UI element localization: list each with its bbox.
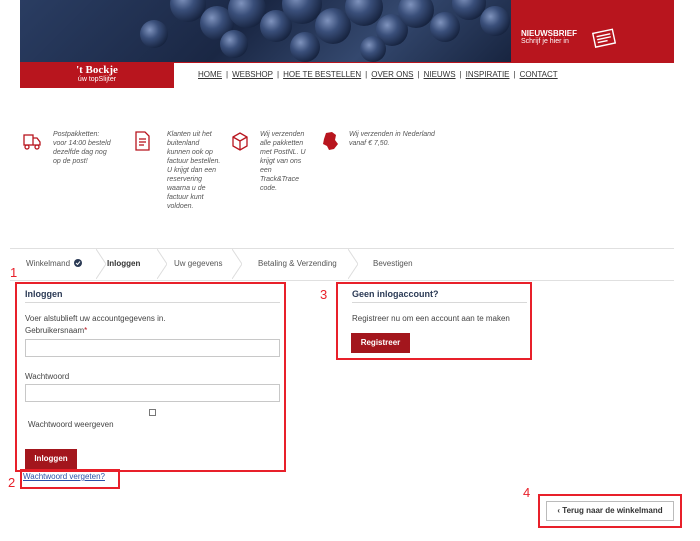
nav-item-over-ons[interactable]: OVER ONS: [371, 70, 413, 79]
step-betaling-verzending[interactable]: Betaling & Verzending: [258, 250, 337, 278]
check-icon: [74, 259, 83, 267]
step-uw-gegevens[interactable]: Uw gegevens: [174, 250, 222, 278]
annotation-number-1: 1: [10, 265, 18, 280]
annotation-box-login: [15, 282, 286, 472]
nav-item-inspiratie[interactable]: INSPIRATIE: [466, 70, 510, 79]
step-chevron-icon: [232, 249, 242, 279]
step-winkelmand[interactable]: Winkelmand: [26, 250, 83, 278]
brand-tagline: úw topSlijter: [77, 76, 117, 83]
main-navigation: HOME | WEBSHOP | HOE TE BESTELLEN | OVER ONS | N…: [198, 70, 558, 79]
steps-border-top: [10, 248, 674, 249]
package-icon: [232, 132, 248, 151]
step-chevron-icon: [96, 249, 106, 279]
brand-logo[interactable]: 't Bockje úw topSlijter: [20, 62, 174, 88]
invoice-icon: [135, 131, 150, 151]
nav-item-hoe-te-bestellen[interactable]: HOE TE BESTELLEN: [283, 70, 361, 79]
annotation-box-back: [538, 494, 682, 528]
step-bevestigen[interactable]: Bevestigen: [373, 250, 413, 278]
newsletter-title[interactable]: NIEUWSBRIEF: [521, 29, 577, 38]
nav-item-home[interactable]: HOME: [198, 70, 222, 79]
annotation-number-2: 2: [8, 475, 16, 490]
annotation-box-register: [336, 282, 532, 360]
nav-item-contact[interactable]: CONTACT: [520, 70, 558, 79]
step-chevron-icon: [348, 249, 358, 279]
newsletter-subtitle[interactable]: Schrijf je hier in: [521, 38, 569, 45]
annotation-number-3: 3: [320, 287, 328, 302]
step-inloggen[interactable]: Inloggen: [107, 250, 140, 278]
step-chevron-icon: [157, 249, 167, 279]
usp-buitenland: Klanten uit het buitenland kunnen ook op fa…: [167, 131, 221, 210]
usp-postnl: Wij verzenden alle pakketten met PostNL. U…: [260, 131, 306, 192]
usp-verzending-nl: Wij verzenden in Nederland vanaf € 7,50.: [349, 131, 435, 147]
brand-name: 't Bockje: [76, 64, 118, 76]
delivery-truck-icon: [23, 134, 41, 150]
newspaper-icon[interactable]: [590, 28, 620, 48]
header-divider: [174, 62, 674, 63]
usp-postpakketten: Postpakketten: voor 14:00 besteld dezelfde…: [53, 131, 111, 165]
annotation-number-4: 4: [523, 485, 531, 500]
nav-item-nieuws[interactable]: NIEUWS: [424, 70, 456, 79]
steps-border-bottom: [10, 280, 674, 281]
netherlands-map-icon: [323, 132, 338, 150]
nav-item-webshop[interactable]: WEBSHOP: [232, 70, 273, 79]
annotation-box-forgot: [20, 469, 120, 489]
